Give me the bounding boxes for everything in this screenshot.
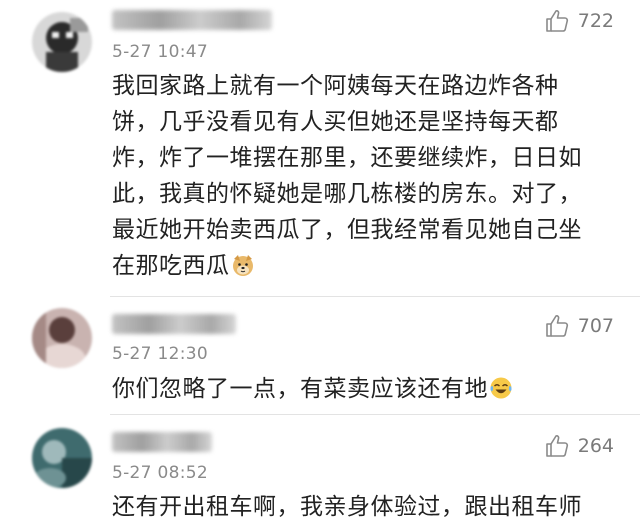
- divider: [110, 296, 640, 297]
- thumbs-up-icon: [545, 315, 568, 337]
- like-button[interactable]: 707: [544, 311, 614, 341]
- thumbs-up-icon: [545, 435, 568, 457]
- avatar[interactable]: [32, 308, 92, 368]
- comment-text: 我回家路上就有一个阿姨每天在路边炸各种 饼，几乎没看见有人买但她还是坚持每天都 …: [112, 68, 602, 284]
- like-count: 722: [577, 10, 614, 32]
- comment-line-last: 在那吃西瓜: [112, 248, 602, 284]
- like-count: 707: [577, 315, 614, 337]
- username-blurred[interactable]: [112, 10, 272, 30]
- comment-line-last: 你们忽略了一点，有菜卖应该还有地: [112, 371, 602, 407]
- comment-line: 此，我真的怀疑她是哪几栋楼的房东。对了，: [112, 181, 582, 207]
- comment-time: 5-27 08:52: [112, 463, 208, 483]
- like-button[interactable]: 264: [544, 431, 614, 461]
- comment-line-text: 你们忽略了一点，有菜卖应该还有地: [112, 376, 488, 402]
- comment-line: 还有开出租车啊，我亲身体验过，跟出租车师: [112, 494, 582, 520]
- laugh-cry-emoji-icon: [490, 377, 512, 399]
- comment-text: 你们忽略了一点，有菜卖应该还有地: [112, 371, 602, 407]
- like-button[interactable]: 722: [544, 6, 614, 36]
- thumbs-up-icon: [545, 10, 568, 32]
- comment-line-text: 在那吃西瓜: [112, 253, 230, 279]
- comment-line: 炸，炸了一堆摆在那里，还要继续炸，日日如: [112, 145, 582, 171]
- doge-emoji-icon: [232, 255, 253, 276]
- comment-time: 5-27 12:30: [112, 344, 208, 364]
- comment-line: 我回家路上就有一个阿姨每天在路边炸各种: [112, 73, 559, 99]
- comment-line: 饼，几乎没看见有人买但她还是坚持每天都: [112, 109, 559, 135]
- avatar[interactable]: [32, 12, 92, 72]
- comment-line: 最近她开始卖西瓜了，但我经常看见她自己坐: [112, 217, 582, 243]
- avatar[interactable]: [32, 428, 92, 488]
- divider: [110, 414, 640, 415]
- comment-time: 5-27 10:47: [112, 42, 208, 62]
- like-count: 264: [577, 435, 614, 457]
- comment-text: 还有开出租车啊，我亲身体验过，跟出租车师: [112, 489, 602, 525]
- username-blurred[interactable]: [112, 432, 212, 452]
- username-blurred[interactable]: [112, 314, 236, 334]
